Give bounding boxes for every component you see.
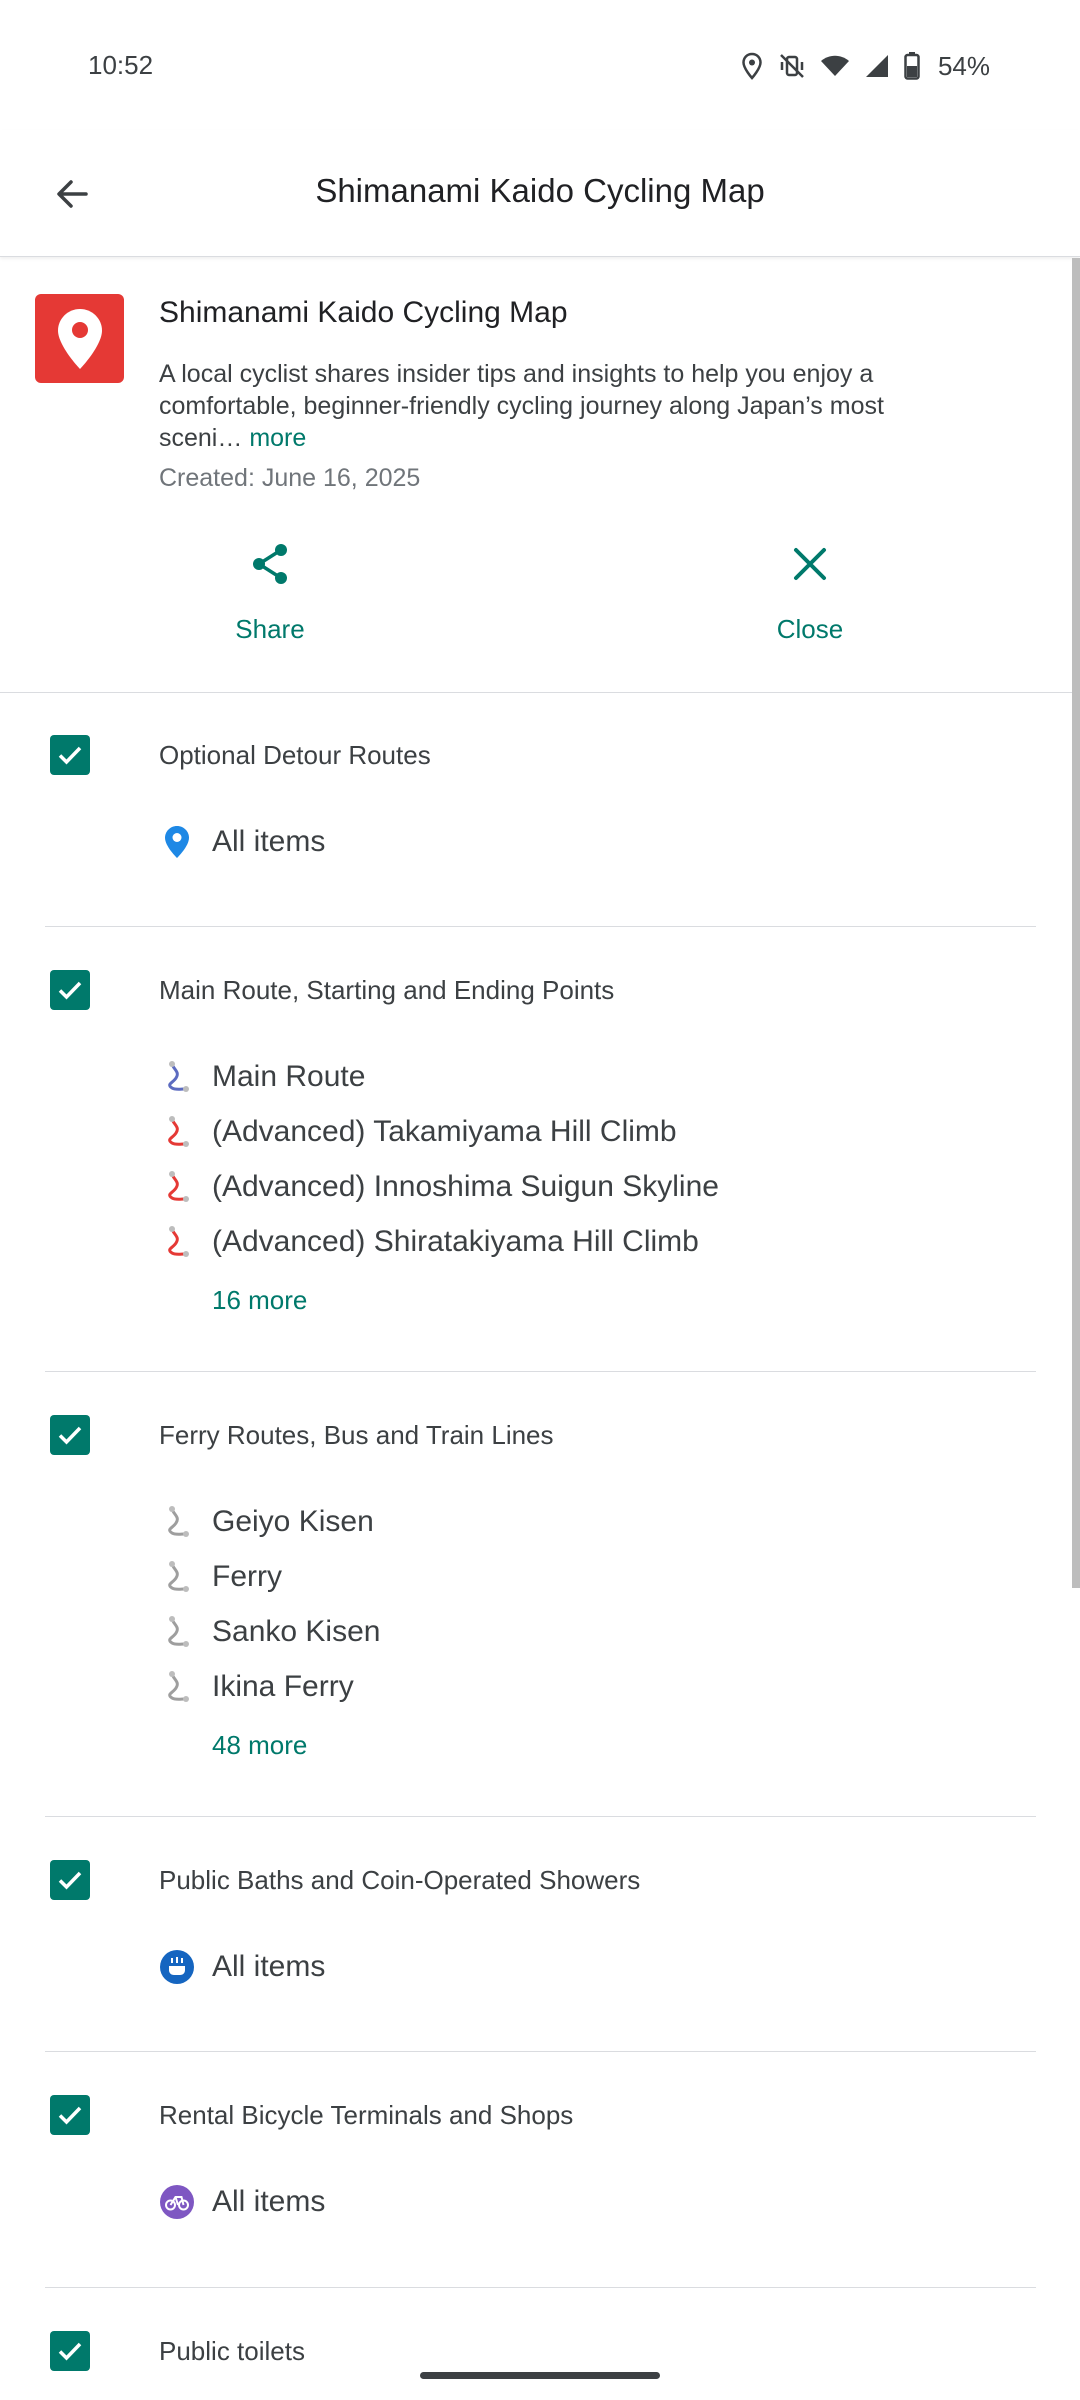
vibrate-off-icon [778,52,806,80]
route-icon-red [159,1114,195,1150]
layer-item-label: Sanko Kisen [212,1615,381,1648]
route-icon-blue [159,1059,195,1095]
layer-title: Optional Detour Routes [159,740,431,770]
more-items-link[interactable]: 16 more [212,1285,307,1316]
layer-item-label: Ferry [212,1560,282,1593]
layer-checkbox[interactable] [50,1415,90,1455]
layer-item-label: Geiyo Kisen [212,1505,374,1538]
scrollbar[interactable] [1072,258,1080,1588]
layer-item[interactable]: (Advanced) Shiratakiyama Hill Climb [159,1220,699,1264]
check-icon [58,2106,82,2125]
status-bar: 10:52 54% [0,0,1080,130]
status-time: 10:52 [88,50,154,80]
map-name: Shimanami Kaido Cycling Map [159,296,568,329]
close-button[interactable]: Close [710,536,910,645]
layer-item[interactable]: Ferry [159,1555,282,1599]
layer-item[interactable]: All items [159,2180,325,2224]
layer-item[interactable]: Main Route [159,1055,365,1099]
map-info-panel: Shimanami Kaido Cycling Map A local cycl… [0,256,1072,693]
layer-title: Public Baths and Coin-Operated Showers [159,1865,641,1895]
check-icon [58,981,82,1000]
map-description: A local cyclist shares insider tips and … [159,358,969,454]
layer-title: Ferry Routes, Bus and Train Lines [159,1420,554,1450]
layer-item-label: Main Route [212,1060,366,1093]
route-icon-red [159,1224,195,1260]
layer-section-ferry-routes: Ferry Routes, Bus and Train Lines Geiyo … [0,1372,1072,1817]
layer-section-public-baths: Public Baths and Coin-Operated Showers A… [0,1817,1072,2052]
place-pin-icon [159,824,195,860]
layer-item[interactable]: (Advanced) Takamiyama Hill Climb [159,1110,677,1154]
route-icon-gray [159,1504,195,1540]
share-button[interactable]: Share [170,536,370,645]
layer-title: Public toilets [159,2336,305,2366]
layer-item[interactable]: All items [159,820,325,864]
layer-section-rental-bicycles: Rental Bicycle Terminals and Shops All i… [0,2052,1072,2288]
layer-title: Rental Bicycle Terminals and Shops [159,2100,574,2130]
signal-icon [864,53,890,79]
battery-icon [904,52,920,80]
layer-checkbox[interactable] [50,970,90,1010]
layer-item[interactable]: Geiyo Kisen [159,1500,374,1544]
route-icon-gray [159,1559,195,1595]
layer-item-label: All items [212,2185,326,2218]
close-label: Close [776,614,844,644]
route-icon-gray [159,1614,195,1650]
share-icon [253,544,287,584]
check-icon [58,2342,82,2361]
layer-section-optional-detour: Optional Detour Routes All items [0,692,1072,927]
location-icon [740,52,764,80]
status-icons: 54% [740,48,990,84]
created-date: Created: June 16, 2025 [159,464,421,492]
layer-item[interactable]: Sanko Kisen [159,1610,380,1654]
layer-item-label: (Advanced) Innoshima Suigun Skyline [212,1170,719,1203]
layer-checkbox[interactable] [50,2331,90,2371]
layer-item-label: Ikina Ferry [212,1670,354,1703]
check-icon [58,1426,82,1445]
page-title: Shimanami Kaido Cycling Map [315,172,765,209]
close-icon [794,548,826,580]
share-label: Share [235,614,305,644]
layer-checkbox[interactable] [50,2095,90,2135]
layer-title: Main Route, Starting and Ending Points [159,975,615,1005]
layer-checkbox[interactable] [50,735,90,775]
more-items-link[interactable]: 48 more [212,1730,307,1761]
route-icon-red [159,1169,195,1205]
layer-checkbox[interactable] [50,1860,90,1900]
app-bar: Shimanami Kaido Cycling Map [0,130,1080,257]
layer-item[interactable]: All items [159,1945,325,1989]
map-pin-icon [57,308,102,369]
layer-item-label: (Advanced) Takamiyama Hill Climb [212,1115,677,1148]
layer-item-label: All items [212,825,326,858]
home-indicator[interactable] [420,2372,660,2379]
layer-item[interactable]: (Advanced) Innoshima Suigun Skyline [159,1165,719,1209]
route-icon-gray [159,1669,195,1705]
layer-item-label: All items [212,1950,326,1983]
check-icon [58,746,82,765]
bath-icon [159,1949,195,1985]
map-logo [35,294,124,383]
bicycle-icon [159,2184,195,2220]
description-more-link[interactable]: more [249,424,306,452]
wifi-icon [820,54,850,78]
layer-section-main-route: Main Route, Starting and Ending Points M… [0,927,1072,1372]
layer-item[interactable]: Ikina Ferry [159,1665,354,1709]
layer-item-label: (Advanced) Shiratakiyama Hill Climb [212,1225,699,1258]
check-icon [58,1871,82,1890]
battery-percent: 54% [937,50,990,81]
layer-section-public-toilets: Public toilets [0,2288,1072,2400]
